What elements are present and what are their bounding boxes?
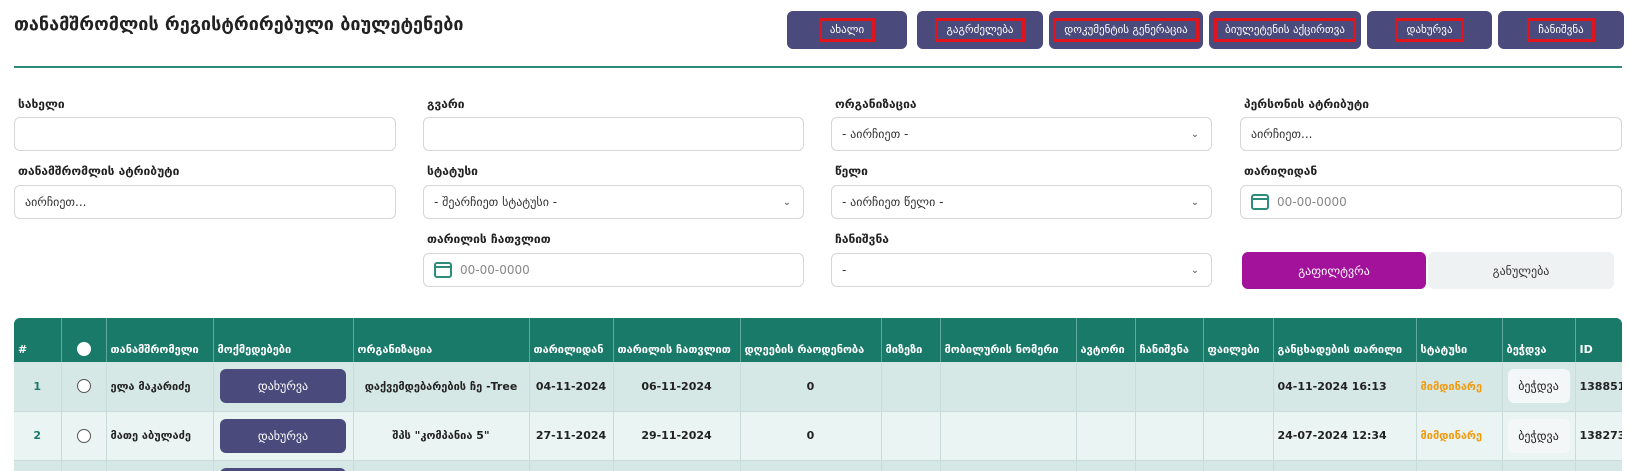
organization-select[interactable]: - აირჩიეთ - ⌄ — [831, 117, 1212, 151]
row-status: მიმდინარე — [1416, 362, 1503, 412]
date-from-input[interactable]: 00-00-0000 — [1240, 185, 1622, 219]
col-header-date-from: თარილიდან — [529, 318, 614, 362]
row-date-to: 29-11-2024 — [613, 411, 741, 461]
bookmark-select[interactable]: - ⌄ — [831, 253, 1212, 287]
row-reason — [881, 411, 941, 461]
first-name-label: სახელი — [18, 97, 65, 111]
row-mobile — [940, 411, 1077, 461]
row-print-button[interactable]: ბეჭდვა — [1507, 418, 1570, 453]
table-row — [14, 460, 1622, 471]
chevron-down-icon: ⌄ — [1190, 196, 1200, 208]
row-files — [1203, 411, 1274, 461]
calendar-icon — [434, 262, 452, 278]
row-days: 0 — [740, 411, 882, 461]
col-header-organization: ორგანიზაცია — [353, 318, 530, 362]
row-mobile — [940, 362, 1077, 412]
employee-attribute-select[interactable]: აირჩიეთ... — [14, 185, 396, 219]
row-bookmark — [1135, 411, 1204, 461]
table-header-row: # თანამშრომელი მოქმედებები ორგანიზაცია თ… — [14, 318, 1622, 362]
title-divider — [14, 66, 1622, 68]
chevron-down-icon: ⌄ — [1190, 264, 1200, 276]
row-actions: დახურვა — [213, 411, 354, 461]
row-bookmark — [1135, 362, 1204, 412]
chevron-down-icon: ⌄ — [782, 196, 792, 208]
row-close-button[interactable]: დახურვა — [220, 418, 346, 453]
reset-button[interactable]: განულება — [1428, 252, 1614, 289]
col-header-days: დღეების რაოდენობა — [740, 318, 882, 362]
row-number: 2 — [14, 411, 62, 461]
row-application-date: 24-07-2024 12:34 — [1273, 411, 1417, 461]
col-header-employee: თანამშრომელი — [106, 318, 214, 362]
row-select — [61, 362, 107, 412]
date-to-label: თარილის ჩათვლით — [427, 232, 551, 246]
col-header-actions: მოქმედებები — [213, 318, 354, 362]
person-attribute-label: პერსონის ატრიბუტი — [1244, 97, 1370, 111]
row-id: 138851 — [1575, 362, 1622, 412]
calendar-icon — [1251, 194, 1269, 210]
row-select-radio[interactable] — [76, 379, 91, 394]
col-header-status: სტატუსი — [1416, 318, 1503, 362]
row-author — [1076, 411, 1136, 461]
row-application-date: 04-11-2024 16:13 — [1273, 362, 1417, 412]
row-files — [1203, 362, 1274, 412]
upload-bulletin-button[interactable]: ბიულეტენის აქცირთვა — [1209, 11, 1361, 49]
table-row: 1 ელა მაკარიძე დახურვა დაქვემდებარების ჩ… — [14, 362, 1622, 412]
row-organization: შპს "კომპანია 5" — [353, 411, 530, 461]
filter-button[interactable]: გაფილტვრა — [1242, 252, 1426, 289]
row-select — [61, 411, 107, 461]
last-name-label: გვარი — [427, 97, 465, 111]
col-header-author: ავტორი — [1076, 318, 1136, 362]
employee-attribute-label: თანამშრომლის ატრიბუტი — [18, 164, 180, 178]
row-reason — [881, 362, 941, 412]
new-button[interactable]: ახალი — [787, 11, 907, 49]
row-days: 0 — [740, 362, 882, 412]
bulletins-table: # თანამშრომელი მოქმედებები ორგანიზაცია თ… — [14, 318, 1622, 471]
row-status: მიმდინარე — [1416, 411, 1503, 461]
table-row: 2 მათე აბულაძე დახურვა შპს "კომპანია 5" … — [14, 411, 1622, 461]
status-select[interactable]: - შეარჩიეთ სტატუსი - ⌄ — [423, 185, 804, 219]
row-print: ბეჭდვა — [1502, 411, 1576, 461]
row-date-to: 06-11-2024 — [613, 362, 741, 412]
col-header-id: ID — [1575, 318, 1622, 362]
date-to-input[interactable]: 00-00-0000 — [423, 253, 804, 287]
row-number: 1 — [14, 362, 62, 412]
row-author — [1076, 362, 1136, 412]
first-name-input[interactable] — [14, 117, 396, 151]
year-label: წელი — [835, 164, 868, 178]
continue-button[interactable]: გაგრძელება — [917, 11, 1043, 49]
row-employee: მათე აბულაძე — [106, 411, 214, 461]
col-header-files: ფაილები — [1203, 318, 1274, 362]
col-header-mobile: მობილურის ნომერი — [940, 318, 1077, 362]
bookmark-label: ჩანიშვნა — [835, 232, 889, 246]
row-date-from: 04-11-2024 — [529, 362, 614, 412]
row-organization: დაქვემდებარების ჩე -Tree — [353, 362, 530, 412]
row-date-from: 27-11-2024 — [529, 411, 614, 461]
col-header-bookmark: ჩანიშვნა — [1135, 318, 1204, 362]
status-label: სტატუსი — [427, 164, 478, 178]
page-title: თანამშრომლის რეგისტრირებული ბიულეტენები — [14, 14, 464, 35]
organization-label: ორგანიზაცია — [835, 97, 917, 111]
col-header-print: ბეჭდვა — [1502, 318, 1576, 362]
col-header-reason: მიზეზი — [881, 318, 941, 362]
col-header-application-date: განცხადების თარილი — [1273, 318, 1417, 362]
date-from-label: თარიღიდან — [1244, 164, 1318, 178]
bookmark-button[interactable]: ჩანიშვნა — [1498, 11, 1624, 49]
row-actions: დახურვა — [213, 362, 354, 412]
chevron-down-icon: ⌄ — [1190, 128, 1200, 140]
row-close-button[interactable]: დახურვა — [220, 369, 346, 404]
year-select[interactable]: - აირჩიეთ წელი - ⌄ — [831, 185, 1212, 219]
row-print-button[interactable]: ბეჭდვა — [1507, 369, 1570, 404]
row-id: 138273 — [1575, 411, 1622, 461]
row-print: ბეჭდვა — [1502, 362, 1576, 412]
row-select-radio[interactable] — [76, 428, 91, 443]
select-all-radio[interactable] — [76, 342, 91, 356]
generate-document-button[interactable]: დოკუმენტის გენერაცია — [1049, 11, 1203, 49]
last-name-input[interactable] — [423, 117, 804, 151]
col-header-select — [61, 318, 107, 362]
close-button[interactable]: დახურვა — [1367, 11, 1492, 49]
col-header-date-to: თარილის ჩათვლით — [613, 318, 741, 362]
row-employee: ელა მაკარიძე — [106, 362, 214, 412]
col-header-number: # — [14, 318, 62, 362]
person-attribute-select[interactable]: აირჩიეთ... — [1240, 117, 1622, 151]
